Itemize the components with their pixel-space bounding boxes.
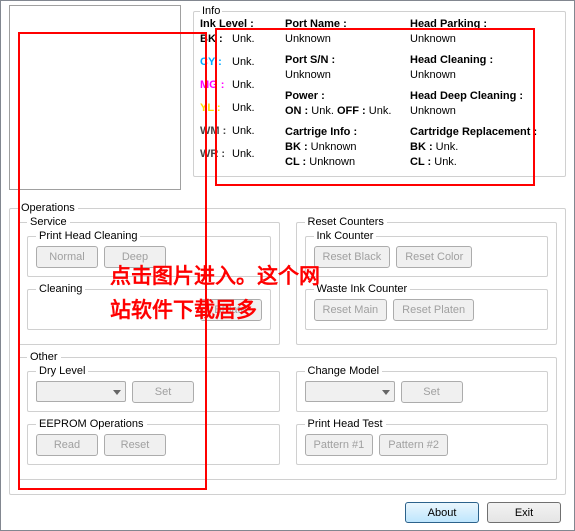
power-label: Power :: [285, 89, 400, 104]
app-window: Info Ink Level : BK :Unk. CY :Unk. MG :U…: [0, 0, 575, 531]
reset-color-button[interactable]: Reset Color: [396, 246, 472, 268]
other-group: Other Dry Level Set EEPROM Operations Re…: [18, 351, 557, 480]
operations-legend: Operations: [18, 202, 78, 214]
eeprom-group: EEPROM Operations Read Reset: [27, 418, 280, 465]
port-name-value: Unknown: [285, 32, 400, 47]
ink-level-label: Ink Level :: [200, 17, 275, 32]
phc-legend: Print Head Cleaning: [36, 230, 140, 242]
ink-bk-label: BK :: [200, 32, 232, 47]
waste-legend: Waste Ink Counter: [314, 283, 411, 295]
head-deep-value: Unknown: [410, 104, 559, 119]
change-model-group: Change Model Set: [296, 365, 549, 412]
ink-mg-label: MG :: [200, 78, 232, 93]
pattern1-button[interactable]: Pattern #1: [305, 434, 374, 456]
cartrep-cl-value: Unk.: [434, 156, 457, 168]
reset-counters-group: Reset Counters Ink Counter Reset Black R…: [296, 216, 558, 345]
info-group: Info Ink Level : BK :Unk. CY :Unk. MG :U…: [193, 5, 566, 177]
port-sn-value: Unknown: [285, 68, 400, 83]
ink-counter-legend: Ink Counter: [314, 230, 377, 242]
cartinfo-bk-value: Unknown: [311, 141, 357, 153]
port-name-label: Port Name :: [285, 17, 400, 32]
reset-black-button[interactable]: Reset Black: [314, 246, 391, 268]
change-model-select[interactable]: [305, 381, 395, 402]
dry-level-select[interactable]: [36, 381, 126, 402]
ink-bk-value: Unk.: [232, 32, 255, 47]
eeprom-reset-button[interactable]: Reset: [104, 434, 166, 456]
image-preview-panel[interactable]: [9, 5, 181, 190]
cleaning-group: Cleaning BPlate: [27, 283, 271, 330]
model-set-button[interactable]: Set: [401, 381, 463, 403]
head-cleaning-label: Head Cleaning :: [410, 53, 559, 68]
ink-cy-value: Unk.: [232, 55, 255, 70]
ink-mg-value: Unk.: [232, 78, 255, 93]
reset-platen-button[interactable]: Reset Platen: [393, 299, 474, 321]
head-cleaning-value: Unknown: [410, 68, 559, 83]
port-sn-label: Port S/N :: [285, 53, 400, 68]
eeprom-legend: EEPROM Operations: [36, 418, 147, 430]
cartrep-bk-value: Unk.: [436, 141, 459, 153]
bplate-button[interactable]: BPlate: [200, 299, 262, 321]
ink-cy-label: CY :: [200, 55, 232, 70]
ink-yl-label: YL :: [200, 101, 232, 116]
change-model-legend: Change Model: [305, 365, 383, 377]
ink-wm-value: Unk.: [232, 124, 255, 139]
other-legend: Other: [27, 351, 61, 363]
dry-set-button[interactable]: Set: [132, 381, 194, 403]
waste-ink-counter-group: Waste Ink Counter Reset Main Reset Plate…: [305, 283, 549, 330]
head-parking-value: Unknown: [410, 32, 559, 47]
ink-yl-value: Unk.: [232, 101, 255, 116]
ink-wm-label: WM :: [200, 124, 232, 139]
print-head-cleaning-group: Print Head Cleaning Normal Deep: [27, 230, 271, 277]
service-group: Service Print Head Cleaning Normal Deep …: [18, 216, 280, 345]
reset-legend: Reset Counters: [305, 216, 387, 228]
dry-legend: Dry Level: [36, 365, 88, 377]
power-values: ON : Unk. OFF : Unk.: [285, 104, 400, 119]
normal-button[interactable]: Normal: [36, 246, 98, 268]
ink-wr-label: WR :: [200, 147, 232, 162]
ink-wr-value: Unk.: [232, 147, 255, 162]
pattern2-button[interactable]: Pattern #2: [379, 434, 448, 456]
eeprom-read-button[interactable]: Read: [36, 434, 98, 456]
exit-button[interactable]: Exit: [487, 502, 561, 523]
deep-button[interactable]: Deep: [104, 246, 166, 268]
cart-replace-label: Cartridge Replacement :: [410, 125, 559, 140]
pht-legend: Print Head Test: [305, 418, 386, 430]
head-parking-label: Head Parking :: [410, 17, 559, 32]
service-legend: Service: [27, 216, 70, 228]
cleaning-legend: Cleaning: [36, 283, 85, 295]
cartinfo-cl-value: Unknown: [309, 156, 355, 168]
operations-group: Operations Service Print Head Cleaning N…: [9, 202, 566, 495]
ink-counter-group: Ink Counter Reset Black Reset Color: [305, 230, 549, 277]
dry-level-group: Dry Level Set: [27, 365, 280, 412]
reset-main-button[interactable]: Reset Main: [314, 299, 388, 321]
print-head-test-group: Print Head Test Pattern #1 Pattern #2: [296, 418, 549, 465]
about-button[interactable]: About: [405, 502, 479, 523]
head-deep-label: Head Deep Cleaning :: [410, 89, 559, 104]
cartridge-info-label: Cartrige Info :: [285, 125, 400, 140]
info-legend: Info: [200, 5, 222, 17]
